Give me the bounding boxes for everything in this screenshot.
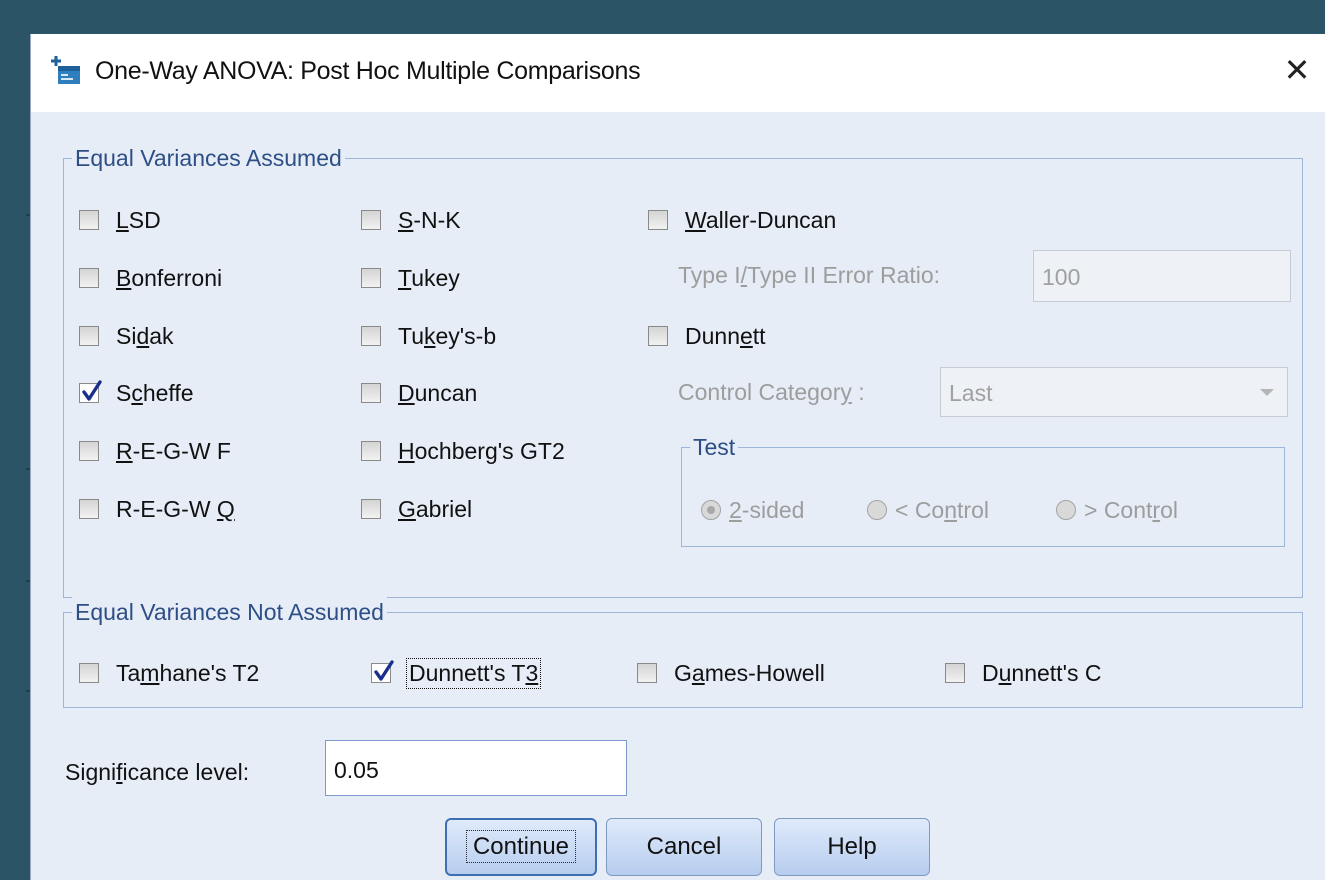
significance-level-label: Significance level:: [65, 759, 250, 785]
dunnetts-t3-checkbox[interactable]: Dunnett's T3: [371, 656, 542, 690]
checkmark-icon: [374, 660, 394, 681]
control-category-select[interactable]: Last: [940, 367, 1288, 417]
games-howell-checkbox[interactable]: Games-Howell: [637, 656, 825, 690]
help-button[interactable]: Help: [774, 818, 930, 876]
two-sided-radio[interactable]: 2-sided: [701, 494, 804, 526]
checkbox-box[interactable]: [361, 326, 381, 346]
waller-duncan-checkbox[interactable]: Waller-Duncan: [648, 203, 836, 237]
checkbox-label: Games-Howell: [674, 659, 825, 686]
scheffe-checkbox[interactable]: Scheffe: [79, 376, 194, 410]
less-than-control-radio[interactable]: < Control: [867, 494, 989, 526]
checkbox-box[interactable]: [637, 663, 657, 683]
group-legend: Equal Variances Not Assumed: [72, 597, 387, 627]
lsd-checkbox[interactable]: LSD: [79, 203, 161, 237]
selected-value: Last: [949, 380, 993, 406]
checkbox-box[interactable]: [79, 441, 99, 461]
checkbox-box[interactable]: [361, 210, 381, 230]
checkbox-label: R-E-G-W Q: [116, 495, 235, 522]
spss-dialog-icon: [51, 56, 80, 84]
checkbox-label: Dunnett: [685, 322, 766, 349]
cancel-button[interactable]: Cancel: [606, 818, 762, 876]
checkbox-label: Waller-Duncan: [685, 206, 837, 233]
tamhanes-t2-checkbox[interactable]: Tamhane's T2: [79, 656, 259, 690]
checkbox-box[interactable]: [79, 663, 99, 683]
checkbox-label: Dunnett's T3: [405, 657, 542, 689]
close-icon[interactable]: ✕: [1277, 48, 1317, 92]
checkbox-label: R-E-G-W F: [116, 437, 231, 464]
duncan-checkbox[interactable]: Duncan: [361, 376, 477, 410]
dunnett-checkbox[interactable]: Dunnett: [648, 319, 766, 353]
title-bar[interactable]: One-Way ANOVA: Post Hoc Multiple Compari…: [31, 34, 1325, 112]
checkbox-label: Gabriel: [398, 495, 473, 522]
error-ratio-input[interactable]: 100: [1033, 250, 1291, 302]
checkbox-box[interactable]: [79, 268, 99, 288]
checkbox-box[interactable]: [361, 441, 381, 461]
checkbox-label: Scheffe: [116, 379, 194, 406]
checkbox-label: Bonferroni: [116, 264, 223, 291]
checkbox-box[interactable]: [79, 380, 102, 403]
checkbox-label: LSD: [116, 206, 161, 233]
checkbox-box[interactable]: [79, 326, 99, 346]
continue-button[interactable]: Continue: [445, 818, 597, 876]
error-ratio-label: Type I/Type II Error Ratio:: [678, 262, 941, 288]
checkbox-box[interactable]: [371, 660, 394, 683]
radio-label: < Control: [895, 496, 989, 523]
sidak-checkbox[interactable]: Sidak: [79, 319, 174, 353]
dialog-title: One-Way ANOVA: Post Hoc Multiple Compari…: [95, 57, 641, 85]
checkbox-label: Duncan: [398, 379, 478, 406]
dunnetts-c-checkbox[interactable]: Dunnett's C: [945, 656, 1101, 690]
significance-level-input[interactable]: 0.05: [325, 740, 627, 796]
radio-label: 2-sided: [729, 496, 805, 523]
post-hoc-dialog: One-Way ANOVA: Post Hoc Multiple Compari…: [30, 34, 1325, 880]
checkbox-label: Hochberg's GT2: [398, 437, 565, 464]
greater-than-control-radio[interactable]: > Control: [1056, 494, 1178, 526]
checkbox-label: Tukey: [398, 264, 460, 291]
checkbox-label: Tukey's-b: [398, 322, 497, 349]
checkmark-icon: [82, 380, 102, 401]
control-category-label: Control Category :: [678, 379, 865, 405]
tukey-checkbox[interactable]: Tukey: [361, 261, 460, 295]
radio-label: > Control: [1084, 496, 1178, 523]
checkbox-box[interactable]: [648, 210, 668, 230]
checkbox-box[interactable]: [79, 210, 99, 230]
tukeys-b-checkbox[interactable]: Tukey's-b: [361, 319, 496, 353]
checkbox-label: Sidak: [116, 322, 174, 349]
checkbox-label: S-N-K: [398, 206, 461, 233]
regwq-checkbox[interactable]: R-E-G-W Q: [79, 492, 235, 526]
regwf-checkbox[interactable]: R-E-G-W F: [79, 434, 231, 468]
hochbergs-gt2-checkbox[interactable]: Hochberg's GT2: [361, 434, 565, 468]
checkbox-box[interactable]: [648, 326, 668, 346]
bonferroni-checkbox[interactable]: Bonferroni: [79, 261, 222, 295]
radio-dot[interactable]: [701, 500, 721, 520]
checkbox-box[interactable]: [361, 383, 381, 403]
gabriel-checkbox[interactable]: Gabriel: [361, 492, 472, 526]
chevron-down-icon: [1260, 389, 1274, 396]
radio-dot[interactable]: [1056, 500, 1076, 520]
group-legend: Test: [690, 432, 739, 462]
checkbox-box[interactable]: [361, 499, 381, 519]
checkbox-box[interactable]: [945, 663, 965, 683]
radio-dot[interactable]: [867, 500, 887, 520]
checkbox-label: Dunnett's C: [982, 659, 1102, 686]
checkbox-box[interactable]: [361, 268, 381, 288]
group-legend: Equal Variances Assumed: [72, 143, 345, 173]
checkbox-label: Tamhane's T2: [116, 659, 260, 686]
snk-checkbox[interactable]: S-N-K: [361, 203, 461, 237]
checkbox-box[interactable]: [79, 499, 99, 519]
